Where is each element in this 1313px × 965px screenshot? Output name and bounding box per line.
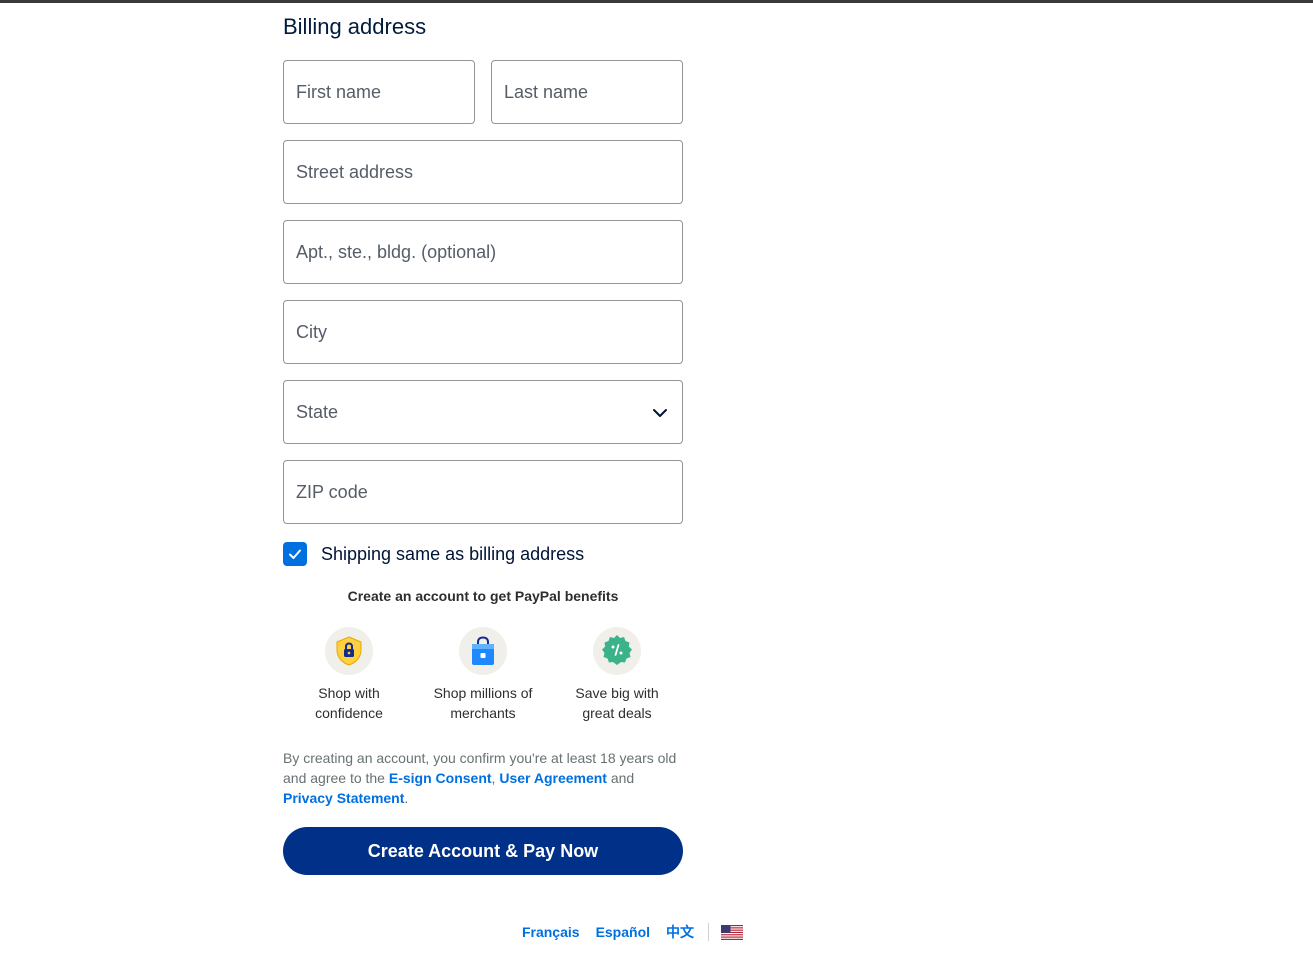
apt-input[interactable] [284, 221, 682, 283]
shipping-same-label[interactable]: Shipping same as billing address [321, 544, 584, 565]
first-name-input[interactable] [284, 61, 474, 123]
user-agreement-link[interactable]: User Agreement [499, 770, 607, 786]
esign-consent-link[interactable]: E-sign Consent [389, 770, 492, 786]
shield-lock-icon [336, 636, 362, 666]
zip-field[interactable] [283, 460, 683, 524]
benefit-text: Shop with confidence [315, 685, 383, 721]
footer-divider [708, 923, 710, 941]
benefit-shop-confidence: Shop with confidence [283, 627, 415, 723]
checkmark-icon [289, 549, 301, 559]
street-address-input[interactable] [284, 141, 682, 203]
benefit-text: Save big with great deals [575, 685, 659, 721]
legal-text: By creating an account, you confirm you'… [283, 750, 677, 806]
state-select-label: State [296, 402, 339, 422]
language-link-spanish[interactable]: Español [596, 924, 650, 940]
benefit-shop-merchants: Shop millions of merchants [417, 627, 549, 723]
last-name-input[interactable] [492, 61, 682, 123]
zip-input[interactable] [284, 461, 682, 523]
create-account-pay-button[interactable]: Create Account & Pay Now [283, 827, 683, 875]
benefits-title: Create an account to get PayPal benefits [347, 588, 619, 604]
first-name-field[interactable] [283, 60, 475, 124]
apt-field[interactable] [283, 220, 683, 284]
billing-heading: Billing address [283, 14, 427, 39]
benefit-text: Shop millions of merchants [433, 685, 533, 721]
us-flag-icon[interactable] [721, 924, 744, 940]
language-link-french[interactable]: Français [522, 924, 580, 940]
discount-badge-icon [602, 635, 632, 665]
shipping-same-row: Shipping same as billing address [283, 542, 584, 566]
city-input[interactable] [284, 301, 682, 363]
privacy-statement-link[interactable]: Privacy Statement [283, 790, 404, 806]
city-field[interactable] [283, 300, 683, 364]
shipping-same-checkbox[interactable] [283, 542, 307, 566]
last-name-field[interactable] [491, 60, 683, 124]
state-select[interactable]: State [283, 380, 683, 444]
top-bar [0, 0, 1313, 3]
street-address-field[interactable] [283, 140, 683, 204]
footer-language-bar: Français Español 中文 [0, 922, 1313, 942]
shopping-bag-icon [472, 636, 494, 665]
language-link-chinese[interactable]: 中文 [666, 922, 694, 942]
benefit-save-big: Save big with great deals [551, 627, 683, 723]
chevron-down-icon [653, 409, 667, 417]
